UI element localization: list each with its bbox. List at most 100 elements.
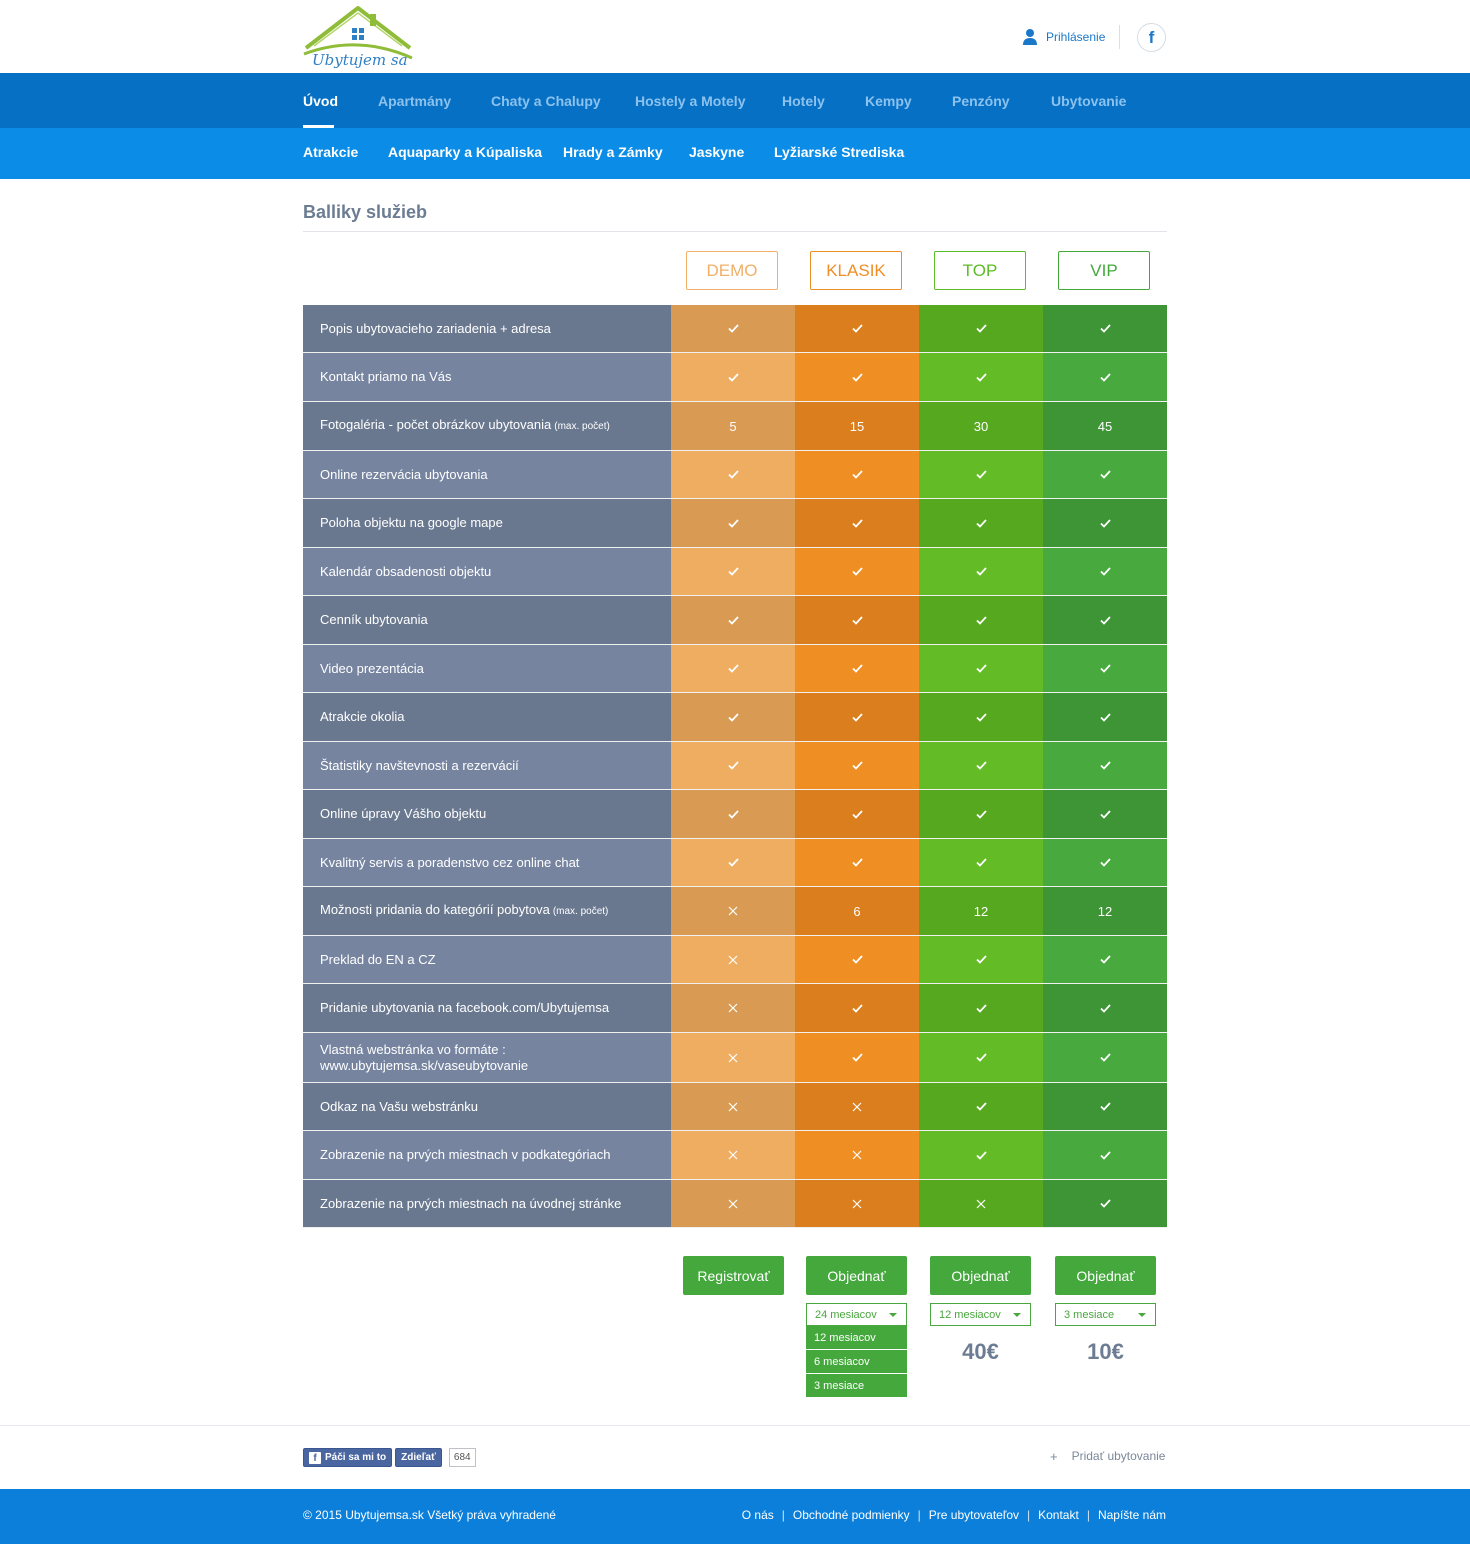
checkmark-icon	[727, 858, 739, 867]
feature-name: Cenník ubytovania	[320, 612, 428, 627]
feature-cell-vip	[1043, 1131, 1167, 1179]
feature-cell-top	[919, 451, 1043, 498]
feature-text: Kalendár obsadenosti objektu	[320, 564, 491, 580]
nav-item-apartmany[interactable]: Apartmány	[378, 93, 451, 109]
feature-cell-top	[919, 1033, 1043, 1082]
feature-cell-klasik	[795, 353, 919, 401]
plan-header-demo: DEMO	[686, 251, 778, 290]
checkmark-icon	[975, 809, 987, 819]
dropdown-option-3[interactable]: 3 mesiace	[806, 1374, 907, 1397]
feature-cell-klasik	[795, 984, 919, 1032]
footer-link-kontakt[interactable]: Kontakt	[1038, 1508, 1079, 1522]
add-accommodation-link[interactable]: + Pridať ubytovanie	[1050, 1449, 1165, 1464]
feature-cell-top	[919, 790, 1043, 838]
facebook-share-button[interactable]: Zdieľať	[395, 1448, 442, 1467]
table-row: Kontakt priamo na Vás	[303, 353, 1167, 402]
checkmark-icon	[851, 955, 863, 964]
feature-text: Preklad do EN a CZ	[320, 952, 436, 968]
table-row: Pridanie ubytovania na facebook.com/Ubyt…	[303, 984, 1167, 1033]
nav-item-hrady[interactable]: Hrady a Zámky	[563, 144, 663, 160]
feature-cell-top	[919, 936, 1043, 983]
checkmark-icon	[975, 567, 987, 576]
footer-link-napiste-nam[interactable]: Napíšte nám	[1098, 1508, 1166, 1522]
vip-duration-select[interactable]: 3 mesiace	[1055, 1303, 1156, 1326]
table-row: Video prezentácia	[303, 645, 1167, 693]
feature-cell-demo	[671, 305, 795, 352]
feature-cell-demo	[671, 936, 795, 983]
nav-item-lyziarske[interactable]: Lyžiarské Strediska	[774, 144, 904, 160]
feature-cell-klasik	[795, 790, 919, 838]
like-count: 684	[448, 1448, 476, 1467]
chevron-down-icon	[1013, 1313, 1021, 1317]
dropdown-option-6[interactable]: 6 mesiacov	[806, 1350, 907, 1373]
feature-name: Atrakcie okolia	[320, 709, 405, 724]
feature-name: Preklad do EN a CZ	[320, 951, 436, 967]
feature-cell-klasik	[795, 596, 919, 644]
nav-item-hotely[interactable]: Hotely	[782, 93, 825, 109]
cross-icon	[976, 1199, 986, 1208]
site-header: Ubytujem sa Prihlásenie f	[0, 0, 1470, 73]
checkmark-icon	[851, 761, 863, 770]
feature-label: Štatistiky navštevnosti a rezervácií	[303, 742, 671, 789]
feature-label: Zobrazenie na prvých miestnach v podkate…	[303, 1131, 671, 1179]
feature-label: Atrakcie okolia	[303, 693, 671, 741]
feature-label: Popis ubytovacieho zariadenia + adresa	[303, 305, 671, 352]
facebook-like-button[interactable]: f Páči sa mi to	[303, 1448, 393, 1467]
klasik-duration-select[interactable]: 24 mesiacov	[806, 1303, 907, 1326]
feature-label: Pridanie ubytovania na facebook.com/Ubyt…	[303, 984, 671, 1032]
feature-cell-klasik	[795, 742, 919, 789]
nav-item-jaskyne[interactable]: Jaskyne	[689, 144, 744, 160]
feature-text: Kontakt priamo na Vás	[320, 369, 452, 385]
checkmark-icon	[1099, 567, 1111, 576]
feature-name: Kontakt priamo na Vás	[320, 369, 452, 384]
footer-link-obchodne-podmienky[interactable]: Obchodné podmienky	[793, 1508, 910, 1522]
footer-link-pre-ubytovatelov[interactable]: Pre ubytovateľov	[929, 1508, 1019, 1522]
feature-cell-demo	[671, 596, 795, 644]
nav-item-uvod[interactable]: Úvod	[303, 93, 338, 109]
feature-label: Video prezentácia	[303, 645, 671, 692]
checkmark-icon	[975, 761, 987, 770]
order-klasik-button[interactable]: Objednať	[806, 1256, 907, 1295]
feature-text: Online úpravy Vášho objektu	[320, 806, 486, 822]
login-link[interactable]: Prihlásenie	[1022, 28, 1105, 45]
order-top-button[interactable]: Objednať	[930, 1256, 1031, 1295]
facebook-icon[interactable]: f	[1137, 23, 1166, 52]
footer-bar: © 2015 Ubytujemsa.sk Všetký práva vyhrad…	[0, 1489, 1470, 1544]
checkmark-icon	[975, 1102, 987, 1111]
site-logo[interactable]: Ubytujem sa	[300, 4, 416, 70]
checkmark-icon	[727, 761, 739, 770]
checkmark-icon	[1099, 615, 1111, 625]
checkmark-icon	[851, 664, 863, 673]
feature-cell-klasik	[795, 305, 919, 352]
footer-link-o-nas[interactable]: O nás	[742, 1508, 774, 1522]
nav-item-chaty[interactable]: Chaty a Chalupy	[491, 93, 601, 109]
checkmark-icon	[851, 567, 863, 576]
checkmark-icon	[975, 664, 987, 673]
top-duration-select[interactable]: 12 mesiacov	[930, 1303, 1031, 1326]
feature-cell-vip: 45	[1043, 402, 1167, 450]
register-button[interactable]: Registrovať	[683, 1256, 784, 1295]
feature-text: Zobrazenie na prvých miestnach na úvodne…	[320, 1196, 621, 1212]
feature-cell-demo	[671, 790, 795, 838]
checkmark-icon	[975, 324, 987, 333]
feature-label: Kvalitný servis a poradenstvo cez online…	[303, 839, 671, 886]
feature-cell-demo	[671, 645, 795, 692]
nav-item-aquaparky[interactable]: Aquaparky a Kúpaliska	[388, 144, 542, 160]
feature-label: Možnosti pridania do kategórií pobytova(…	[303, 887, 671, 935]
nav-item-atrakcie[interactable]: Atrakcie	[303, 144, 358, 160]
feature-comparison-table: Popis ubytovacieho zariadenia + adresa Ko…	[303, 305, 1167, 1228]
feature-text: Odkaz na Vašu webstránku	[320, 1099, 478, 1115]
cross-icon	[852, 1199, 862, 1208]
feature-cell-vip	[1043, 305, 1167, 352]
feature-value: 6	[853, 903, 861, 919]
order-vip-button[interactable]: Objednať	[1055, 1256, 1156, 1295]
dropdown-option-12[interactable]: 12 mesiacov	[806, 1326, 907, 1349]
nav-item-kempy[interactable]: Kempy	[865, 93, 912, 109]
nav-item-ubytovanie[interactable]: Ubytovanie	[1051, 93, 1126, 109]
feature-cell-top	[919, 1131, 1043, 1179]
nav-item-penzony[interactable]: Penzóny	[952, 93, 1010, 109]
page-title: Balliky služieb	[303, 202, 428, 222]
nav-item-hostely[interactable]: Hostely a Motely	[635, 93, 745, 109]
feature-text: Pridanie ubytovania na facebook.com/Ubyt…	[320, 1000, 609, 1016]
feature-cell-demo	[671, 1180, 795, 1227]
